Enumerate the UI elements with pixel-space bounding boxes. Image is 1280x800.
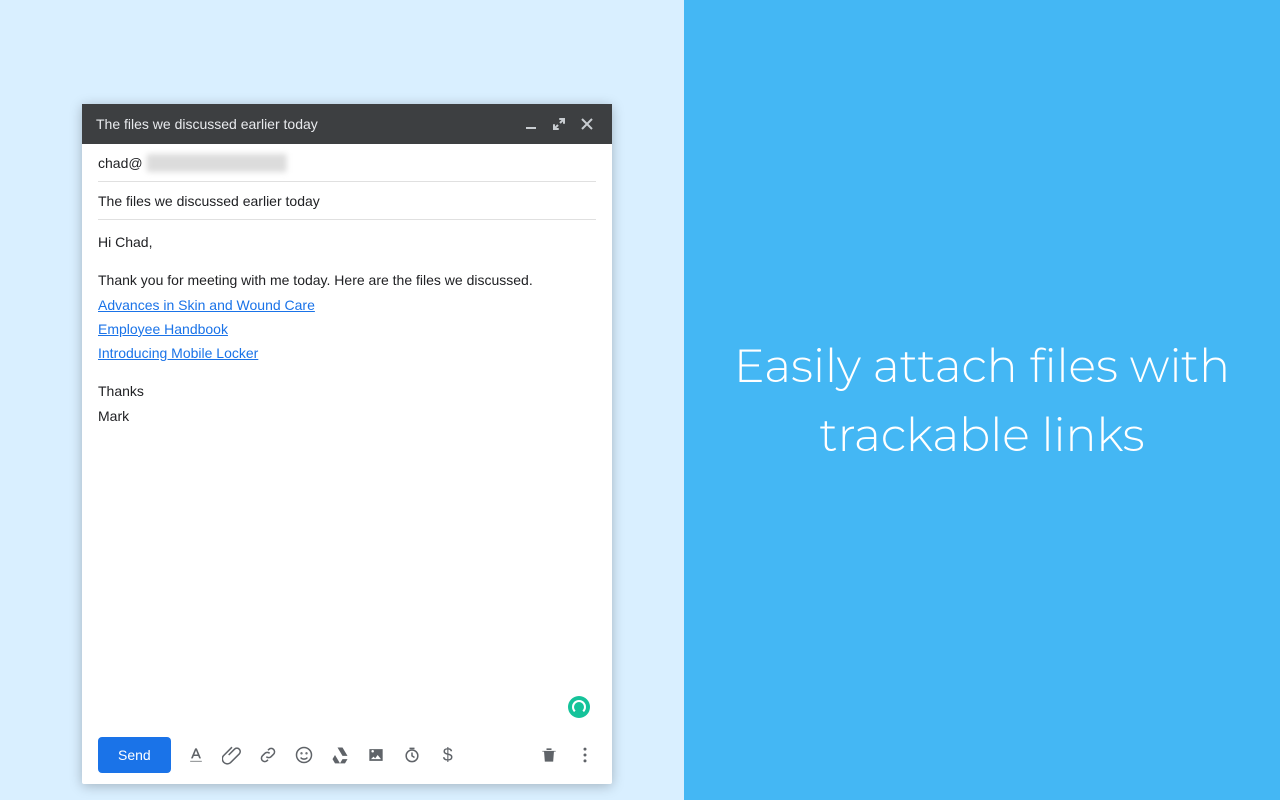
- grammarly-icon[interactable]: [568, 696, 590, 718]
- body-intro: Thank you for meeting with me today. Her…: [98, 270, 596, 290]
- left-panel: The files we discussed earlier today cha…: [0, 0, 684, 800]
- attachment-link[interactable]: Introducing Mobile Locker: [98, 345, 258, 361]
- send-button[interactable]: Send: [98, 737, 171, 773]
- close-icon[interactable]: [576, 113, 598, 135]
- compose-fields: chad@ The files we discussed earlier tod…: [82, 144, 612, 220]
- emoji-icon[interactable]: [293, 744, 315, 766]
- attach-icon[interactable]: [221, 744, 243, 766]
- subject-text: The files we discussed earlier today: [98, 193, 320, 209]
- redacted-domain: [147, 154, 287, 172]
- body-signoff: Thanks: [98, 381, 596, 401]
- compose-window: The files we discussed earlier today cha…: [82, 104, 612, 784]
- compose-toolbar: Send $: [82, 726, 612, 784]
- body-greeting: Hi Chad,: [98, 232, 596, 252]
- attachment-link[interactable]: Employee Handbook: [98, 321, 228, 337]
- image-icon[interactable]: [365, 744, 387, 766]
- confidential-icon[interactable]: [401, 744, 423, 766]
- body-sender: Mark: [98, 406, 596, 426]
- promo-headline: Easily attach files with trackable links: [724, 331, 1240, 469]
- trash-icon[interactable]: [538, 744, 560, 766]
- attachment-link[interactable]: Advances in Skin and Wound Care: [98, 297, 315, 313]
- compose-titlebar: The files we discussed earlier today: [82, 104, 612, 144]
- text-format-icon[interactable]: [185, 744, 207, 766]
- recipient-chip-text: chad@: [98, 155, 143, 171]
- promo-panel: Easily attach files with trackable links: [684, 0, 1280, 800]
- more-icon[interactable]: [574, 744, 596, 766]
- subject-field[interactable]: The files we discussed earlier today: [98, 182, 596, 220]
- recipients-field[interactable]: chad@: [98, 144, 596, 182]
- minimize-icon[interactable]: [520, 113, 542, 135]
- compose-body[interactable]: Hi Chad, Thank you for meeting with me t…: [82, 220, 612, 726]
- link-icon[interactable]: [257, 744, 279, 766]
- money-icon[interactable]: $: [437, 744, 459, 766]
- compose-title: The files we discussed earlier today: [96, 116, 514, 132]
- drive-icon[interactable]: [329, 744, 351, 766]
- fullscreen-icon[interactable]: [548, 113, 570, 135]
